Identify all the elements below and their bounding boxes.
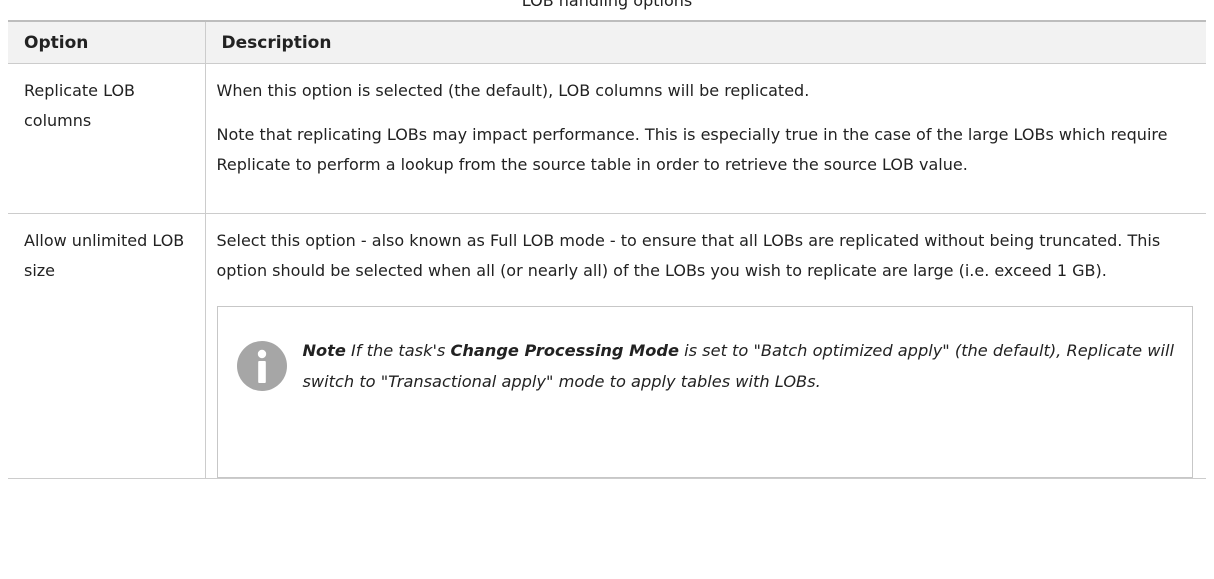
column-header-option: Option [8, 20, 206, 64]
lob-options-table: Option Description Replicate LOB columns… [8, 20, 1206, 479]
note-emphasis: Change Processing Mode [450, 341, 679, 360]
note-text-before: If the task's [345, 341, 451, 360]
note-box: Note If the task's Change Processing Mod… [216, 306, 1193, 478]
description-paragraph: Note that replicating LOBs may impact pe… [216, 125, 1168, 174]
info-icon [236, 341, 287, 391]
note-text: Note If the task's Change Processing Mod… [303, 335, 1183, 397]
description-cell: Select this option - also known as Full … [205, 213, 1206, 479]
description-cell: When this option is selected (the defaul… [205, 63, 1206, 214]
table-row: Replicate LOB columns When this option i… [8, 63, 1206, 214]
note-label: Note [302, 341, 346, 360]
description-paragraph: Select this option - also known as Full … [216, 231, 1161, 280]
table-row: Allow unlimited LOB size Select this opt… [8, 213, 1206, 479]
table-header-row: Option Description [8, 20, 1206, 64]
option-cell: Allow unlimited LOB size [8, 213, 206, 479]
description-paragraph: When this option is selected (the defaul… [216, 81, 810, 100]
option-cell: Replicate LOB columns [8, 63, 206, 214]
column-header-description: Description [205, 20, 1206, 64]
table-caption: LOB handling options [521, 0, 693, 10]
